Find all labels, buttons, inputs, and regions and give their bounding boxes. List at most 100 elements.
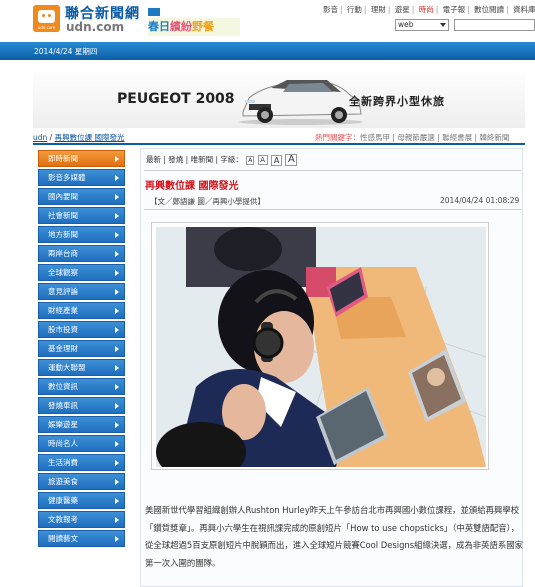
search-input[interactable]	[454, 19, 535, 31]
chevron-right-icon	[115, 194, 119, 200]
sidebar-item[interactable]: 閱讀藝文	[38, 530, 125, 547]
font-size-medium-button[interactable]: A	[257, 155, 268, 165]
sidebar-item-label: 意見評論	[48, 287, 78, 296]
breadcrumb-current-link[interactable]: 再興數位課 國際發光	[55, 133, 125, 142]
sidebar-item[interactable]: 股市投資	[38, 321, 125, 338]
sidebar-item[interactable]: 時尚名人	[38, 435, 125, 452]
topnav-item[interactable]: 時尚	[419, 5, 434, 14]
chevron-right-icon	[115, 289, 119, 295]
topnav-item[interactable]: 電子報	[443, 5, 466, 14]
chevron-right-icon	[115, 232, 119, 238]
sidebar-item[interactable]: 國內要聞	[38, 188, 125, 205]
article-photo-frame	[151, 222, 489, 470]
article-timestamp: 2014/04/24 01:08:29	[440, 196, 520, 205]
search-scope-select[interactable]: web	[395, 19, 449, 31]
chevron-right-icon	[115, 213, 119, 219]
font-size-small-button[interactable]: A	[246, 155, 255, 165]
sidebar-item-label: 娛樂遊星	[48, 420, 78, 429]
chevron-right-icon	[115, 308, 119, 314]
sidebar-item-label: 發燒車訊	[48, 401, 78, 410]
topnav-item[interactable]: 資料庫	[513, 5, 535, 14]
chevron-right-icon	[115, 403, 119, 409]
sidebar-item[interactable]: 數位資訊	[38, 378, 125, 395]
toolbar-links[interactable]: 最新 | 發燒 | 唯新聞 | 字級：	[146, 155, 243, 164]
font-size-large-button[interactable]: A	[271, 154, 283, 166]
article-body: 美國新世代學習組織創辦人Rushton Hurley昨天上午參訪台北市再興國小數…	[145, 505, 523, 568]
promo-text-2: 繽紛	[170, 20, 192, 33]
hot-keyword-link[interactable]: 母親節嚴選	[397, 133, 435, 142]
chevron-right-icon	[115, 422, 119, 428]
sidebar-item[interactable]: 地方新聞	[38, 226, 125, 243]
date-bar: 2014/4/24 星期四	[0, 42, 535, 60]
topnav-item[interactable]: 行動	[347, 5, 362, 14]
chevron-right-icon	[115, 327, 119, 333]
sidebar-item[interactable]: 文教報考	[38, 511, 125, 528]
sidebar-item-label: 兩岸台商	[48, 249, 78, 258]
chevron-right-icon	[115, 517, 119, 523]
sidebar-item-label: 時尚名人	[48, 439, 78, 448]
chevron-right-icon	[115, 251, 119, 257]
chevron-right-icon	[115, 498, 119, 504]
sidebar-item[interactable]: 基金理財	[38, 340, 125, 357]
chevron-right-icon	[115, 365, 119, 371]
topnav-item[interactable]: 理財	[371, 5, 386, 14]
sidebar-item[interactable]: 社會新聞	[38, 207, 125, 224]
article-byline: 【文／鄭語謙 圖／再興小學提供】	[150, 197, 265, 206]
breadcrumb-home-link[interactable]: udn	[33, 133, 47, 142]
site-logo-domain[interactable]: udn.com	[66, 20, 124, 34]
sidebar-item-label: 旅遊美食	[48, 477, 78, 486]
sidebar-item[interactable]: 意見評論	[38, 283, 125, 300]
sidebar-item-label: 健康醫藥	[48, 496, 78, 505]
sidebar-item[interactable]: 旅遊美食	[38, 473, 125, 490]
promo-text-1: 春日	[148, 20, 170, 33]
sidebar-item[interactable]: 娛樂遊星	[38, 416, 125, 433]
promo-text-3: 野餐	[192, 20, 214, 33]
topnav-item[interactable]: 遊星	[395, 5, 410, 14]
category-sidebar: 即時新聞影音多媒體國內要聞社會新聞地方新聞兩岸台商全球觀察意見評論財經產業股市投…	[38, 150, 125, 549]
sidebar-item[interactable]: 運動大聯盟	[38, 359, 125, 376]
hot-keyword-link[interactable]: 聯經書展	[442, 133, 472, 142]
chevron-right-icon	[115, 270, 119, 276]
topnav-item[interactable]: 影音	[323, 5, 338, 14]
sidebar-item[interactable]: 兩岸台商	[38, 245, 125, 262]
sidebar-item-label: 即時新聞	[48, 154, 78, 163]
promo-flag-icon	[148, 8, 160, 16]
sidebar-item[interactable]: 生活消費	[38, 454, 125, 471]
hot-keyword-link[interactable]: 韓終新聞	[479, 133, 509, 142]
sidebar-item[interactable]: 影音多媒體	[38, 169, 125, 186]
sidebar-item-label: 財經產業	[48, 306, 78, 315]
ad-brand-text: PEUGEOT 2008	[117, 91, 235, 107]
sidebar-item-label: 影音多媒體	[48, 173, 86, 182]
hot-keyword-link[interactable]: 性感馬甲	[360, 133, 390, 142]
sidebar-item[interactable]: 全球觀察	[38, 264, 125, 281]
sidebar-item-label: 地方新聞	[48, 230, 78, 239]
logo-sub-text: udn.com	[37, 25, 56, 30]
top-nav: 影音| 行動| 理財| 遊星| 時尚| 電子報| 數位閱讀| 資料庫| 閱	[323, 5, 535, 14]
breadcrumb: udn / 再興數位課 國際發光	[33, 132, 124, 143]
sidebar-item-label: 基金理財	[48, 344, 78, 353]
promo-banner[interactable]: 春日繽紛野餐	[148, 18, 240, 36]
hot-keywords-label: 熱門關鍵字：	[315, 133, 360, 142]
ad-banner[interactable]: PEUGEOT 2008 全新跨界小型休旅	[33, 66, 525, 128]
chevron-right-icon	[115, 384, 119, 390]
sidebar-item[interactable]: 發燒車訊	[38, 397, 125, 414]
udn-logo-icon[interactable]: udn.com	[33, 5, 60, 32]
sidebar-item-label: 運動大聯盟	[48, 363, 86, 372]
chevron-right-icon	[115, 460, 119, 466]
chevron-right-icon	[115, 175, 119, 181]
sidebar-item[interactable]: 財經產業	[38, 302, 125, 319]
toolbar-divider	[144, 170, 521, 171]
breadcrumb-separator: /	[47, 133, 55, 142]
topnav-item[interactable]: 數位閱讀	[474, 5, 504, 14]
font-size-xlarge-button[interactable]: A	[285, 154, 298, 166]
article-toolbar: 最新 | 發燒 | 唯新聞 | 字級： A A A A	[146, 154, 298, 166]
sidebar-item[interactable]: 即時新聞	[38, 150, 125, 167]
sidebar-item[interactable]: 健康醫藥	[38, 492, 125, 509]
search-scope-value: web	[398, 20, 414, 29]
byline-divider	[144, 209, 521, 210]
sidebar-item-label: 社會新聞	[48, 211, 78, 220]
breadcrumb-divider	[33, 143, 525, 145]
site-header: udn.com 聯合新聞網 udn.com 春日繽紛野餐 影音 | 行動 | 理財 |…	[0, 0, 535, 42]
sidebar-item-label: 生活消費	[48, 458, 78, 467]
article-photo[interactable]	[156, 227, 486, 467]
